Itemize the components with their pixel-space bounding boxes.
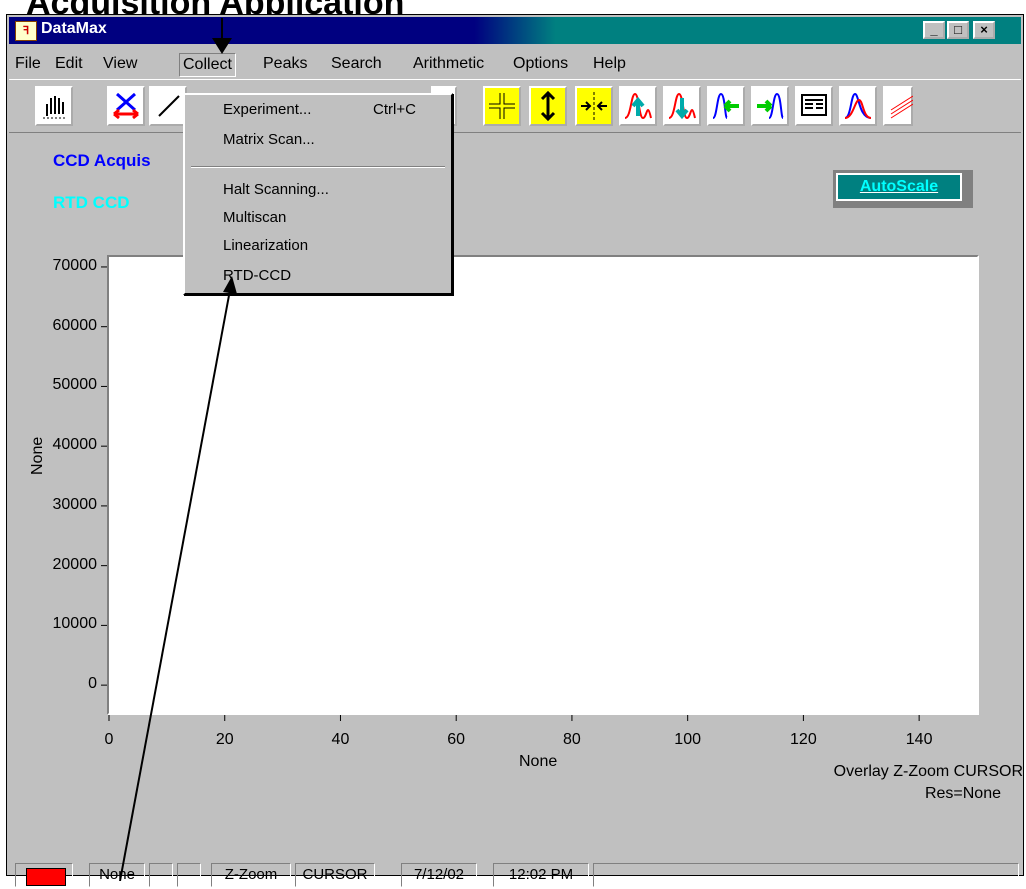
zoom-x-icon[interactable] bbox=[107, 86, 145, 126]
status-cell-message bbox=[593, 863, 1019, 887]
datamax-window: ꟻ DataMax _ □ × File Edit View Collect P… bbox=[6, 14, 1024, 887]
menu-help[interactable]: Help bbox=[593, 55, 626, 73]
status-cell-time: 12:02 PM bbox=[493, 863, 589, 887]
maximize-button[interactable]: □ bbox=[947, 21, 969, 39]
shift-left-icon[interactable] bbox=[707, 86, 745, 126]
rtd-label: RTD CCD bbox=[53, 193, 130, 212]
menu-edit[interactable]: Edit bbox=[55, 55, 83, 73]
minimize-button[interactable]: _ bbox=[923, 21, 945, 39]
compress-icon[interactable] bbox=[575, 86, 613, 126]
vertical-move-icon[interactable] bbox=[529, 86, 567, 126]
pan-icon[interactable] bbox=[483, 86, 521, 126]
y-tick-label: 60000 bbox=[52, 316, 98, 334]
title-bar: ꟻ DataMax _ □ × bbox=[9, 17, 1021, 44]
autoscale-button[interactable]: AutoScale bbox=[833, 170, 973, 208]
x-tick-label: 100 bbox=[674, 731, 701, 748]
menu-item-multiscan[interactable]: Multiscan bbox=[223, 209, 286, 226]
status-indicator-cell bbox=[15, 863, 73, 887]
x-axis-label: None bbox=[519, 753, 558, 770]
toolbar bbox=[9, 79, 1021, 133]
menu-peaks[interactable]: Peaks bbox=[263, 55, 307, 73]
menu-file[interactable]: File bbox=[15, 55, 41, 73]
status-cell-blank-2 bbox=[177, 863, 201, 887]
shift-right-icon[interactable] bbox=[751, 86, 789, 126]
overlay-icon[interactable] bbox=[839, 86, 877, 126]
menu-item-linearization[interactable]: Linearization bbox=[223, 237, 308, 254]
menu-item-experiment[interactable]: Experiment... bbox=[223, 101, 311, 118]
y-tick-label: 70000 bbox=[52, 256, 98, 274]
close-button[interactable]: × bbox=[973, 21, 995, 39]
menu-item-matrix-scan[interactable]: Matrix Scan... bbox=[223, 131, 315, 148]
menu-arithmetic[interactable]: Arithmetic bbox=[413, 55, 484, 73]
overlay-mode-text: Overlay Z-Zoom CURSOR bbox=[833, 763, 1023, 780]
table-icon[interactable] bbox=[795, 86, 833, 126]
status-cell-zoom: Z-Zoom bbox=[211, 863, 291, 887]
peak-down-icon[interactable] bbox=[663, 86, 701, 126]
y-axis-label: None bbox=[29, 436, 46, 475]
menu-search[interactable]: Search bbox=[331, 55, 382, 73]
x-tick-label: 0 bbox=[104, 731, 114, 748]
app-icon[interactable]: ꟻ bbox=[15, 21, 37, 41]
status-cell-blank-1 bbox=[149, 863, 173, 887]
menu-item-rtd-ccd[interactable]: RTD-CCD bbox=[223, 267, 291, 284]
hand-tool-icon[interactable] bbox=[35, 86, 73, 126]
status-bar: None Z-Zoom CURSOR 7/12/02 12:02 PM bbox=[15, 863, 1025, 889]
status-cell-cursor: CURSOR bbox=[295, 863, 375, 887]
status-cell-date: 7/12/02 bbox=[401, 863, 477, 887]
y-tick-label: 20000 bbox=[52, 555, 98, 573]
stack-icon[interactable] bbox=[883, 86, 913, 126]
overlay-status: Overlay Z-Zoom CURSOR Res=None bbox=[783, 761, 1023, 805]
menu-options[interactable]: Options bbox=[513, 55, 568, 73]
menu-item-halt-scanning[interactable]: Halt Scanning... bbox=[223, 181, 329, 198]
experiment-shortcut: Ctrl+C bbox=[373, 101, 416, 118]
autoscale-label: AutoScale bbox=[836, 173, 962, 201]
y-tick-label: 30000 bbox=[52, 495, 98, 513]
menu-separator bbox=[191, 166, 445, 168]
menu-collect[interactable]: Collect bbox=[179, 53, 236, 77]
resolution-text: Res=None bbox=[924, 785, 1001, 802]
y-tick-label: 0 bbox=[88, 675, 97, 693]
status-cell-none: None bbox=[89, 863, 145, 887]
y-tick-label: 10000 bbox=[52, 615, 98, 633]
window-title: DataMax bbox=[41, 20, 107, 37]
x-tick-label: 140 bbox=[905, 731, 933, 748]
x-tick-label: 80 bbox=[563, 731, 581, 748]
acquisition-label: CCD Acquis bbox=[53, 151, 151, 170]
x-tick-label: 120 bbox=[790, 731, 817, 748]
collect-menu-dropdown: Experiment... Ctrl+C Matrix Scan... Halt… bbox=[183, 93, 453, 295]
status-indicator bbox=[26, 868, 66, 886]
x-tick-label: 60 bbox=[447, 731, 466, 748]
y-tick-label: 50000 bbox=[52, 376, 98, 394]
peak-up-icon[interactable] bbox=[619, 86, 657, 126]
zoom-y-icon[interactable] bbox=[149, 86, 187, 126]
plot-area[interactable] bbox=[107, 255, 979, 715]
x-tick-label: 40 bbox=[331, 731, 350, 748]
menu-view[interactable]: View bbox=[103, 55, 137, 73]
x-tick-label: 20 bbox=[215, 731, 234, 748]
menu-bar: File Edit View Collect Peaks Search Arit… bbox=[9, 51, 1021, 77]
